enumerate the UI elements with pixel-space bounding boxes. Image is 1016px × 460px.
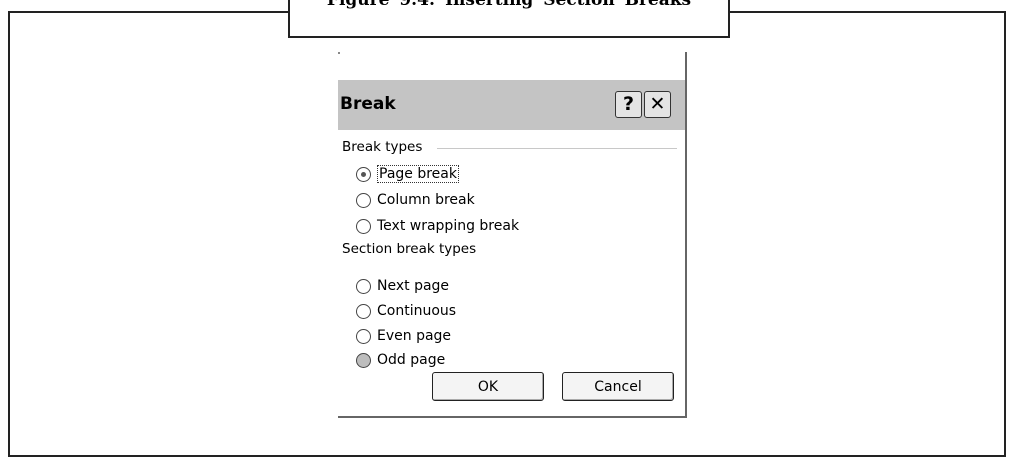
option-next-page[interactable]: Next page	[356, 276, 449, 296]
figure-caption: Figure 9.4: Inserting Section Breaks	[326, 0, 692, 10]
close-button[interactable]: ✕	[644, 91, 671, 118]
close-icon: ✕	[649, 93, 666, 115]
ok-button[interactable]: OK	[432, 372, 544, 401]
section-break-types-label: Section break types	[342, 241, 477, 257]
option-label: Page break	[377, 165, 459, 183]
figure-caption-box: Figure 9.4: Inserting Section Breaks	[288, 0, 730, 38]
radio-button-icon[interactable]	[356, 328, 371, 344]
help-button[interactable]: ?	[615, 91, 642, 118]
option-label: Next page	[377, 278, 450, 294]
option-page-break[interactable]: Page break	[356, 164, 459, 184]
radio-button-icon[interactable]	[356, 166, 371, 182]
break-dialog: Break ? ✕ Break types Page break Column …	[338, 52, 687, 418]
radio-button-icon[interactable]	[356, 192, 371, 208]
option-label: Column break	[377, 192, 475, 208]
option-continuous[interactable]: Continuous	[356, 301, 456, 321]
option-column-break[interactable]: Column break	[356, 190, 475, 210]
cancel-button[interactable]: Cancel	[562, 372, 674, 401]
dialog-titlebar[interactable]: Break ? ✕	[338, 80, 685, 130]
radio-button-icon[interactable]	[356, 278, 371, 294]
option-label: Odd page	[377, 352, 446, 368]
option-label: Even page	[377, 328, 452, 344]
dialog-title: Break	[340, 94, 396, 114]
option-label: Continuous	[377, 303, 457, 319]
help-icon: ?	[622, 93, 635, 115]
option-label: Text wrapping break	[377, 218, 520, 234]
break-types-separator	[437, 148, 677, 149]
option-odd-page[interactable]: Odd page	[356, 350, 445, 370]
option-even-page[interactable]: Even page	[356, 326, 451, 346]
radio-button-icon[interactable]	[356, 352, 371, 368]
option-text-wrapping-break[interactable]: Text wrapping break	[356, 216, 519, 236]
dialog-corner-mark	[338, 52, 340, 54]
radio-button-icon[interactable]	[356, 218, 371, 234]
break-types-label: Break types	[342, 139, 423, 155]
radio-button-icon[interactable]	[356, 303, 371, 319]
